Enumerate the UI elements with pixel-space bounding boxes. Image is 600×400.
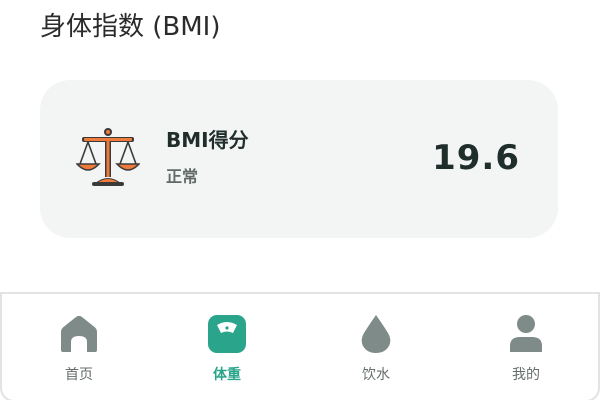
tab-water-label: 饮水 bbox=[362, 367, 390, 383]
balance-scale-icon bbox=[76, 128, 140, 186]
tab-weight-label: 体重 bbox=[213, 367, 241, 383]
person-icon bbox=[510, 315, 542, 352]
weight-scale-icon bbox=[208, 315, 246, 353]
tab-me-label: 我的 bbox=[512, 367, 540, 383]
tab-home[interactable]: 首页 bbox=[24, 312, 134, 384]
home-icon bbox=[61, 315, 97, 352]
bmi-status: 正常 bbox=[166, 167, 199, 186]
bottom-tab-bar: 首页 体重 饮水 我的 bbox=[0, 292, 600, 400]
water-drop-icon bbox=[361, 315, 391, 353]
page-title: 身体指数 (BMI) bbox=[40, 12, 221, 42]
bmi-score-card[interactable]: BMI得分 正常 19.6 bbox=[40, 80, 558, 238]
bmi-screen: 身体指数 (BMI) BMI得分 正常 19.6 首页 体重 饮水 我的 bbox=[0, 0, 600, 400]
bmi-score-label: BMI得分 bbox=[166, 128, 249, 152]
tab-weight[interactable]: 体重 bbox=[172, 312, 282, 384]
tab-water[interactable]: 饮水 bbox=[321, 312, 431, 384]
tab-home-label: 首页 bbox=[65, 367, 93, 383]
bmi-value: 19.6 bbox=[432, 138, 520, 178]
tab-me[interactable]: 我的 bbox=[471, 312, 581, 384]
